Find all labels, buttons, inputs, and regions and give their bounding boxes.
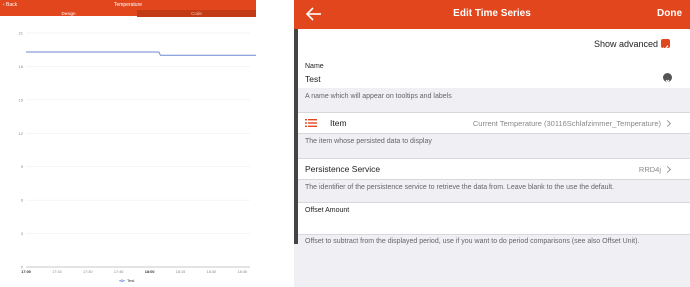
- editor-header: Edit Time Series Done: [294, 0, 690, 29]
- checkmark-icon: [662, 45, 669, 51]
- item-field[interactable]: Item Current Temperature (30116Schlafzim…: [294, 113, 690, 133]
- tab-code[interactable]: Code: [137, 10, 256, 17]
- item-label: Item: [330, 118, 347, 128]
- name-field[interactable]: Name Test: [294, 58, 690, 88]
- offset-amount-label: Offset Amount: [305, 207, 350, 214]
- line-chart: 0 3 6 9 12 15 18 21 17:00 17:15 17:30 17:45 18:00 18:…: [19, 31, 256, 283]
- legend-label: Test: [127, 278, 135, 283]
- x-tick-label: 18:00: [145, 270, 155, 274]
- y-tick-label: 3: [21, 231, 24, 236]
- x-tick-label: 17:45: [114, 270, 124, 274]
- scrollbar[interactable]: [294, 29, 298, 244]
- y-tick-label: 18: [19, 64, 24, 69]
- chart-tabs: Design Code: [0, 10, 256, 17]
- show-advanced-row[interactable]: Show advanced: [294, 29, 690, 58]
- persistence-service-value: RRD4j: [638, 165, 661, 174]
- x-tick-label: 18:45: [238, 270, 248, 274]
- chevron-right-icon: [663, 165, 672, 174]
- divider: [294, 234, 690, 235]
- y-tick-label: 21: [19, 31, 24, 36]
- name-input[interactable]: Test: [305, 74, 321, 84]
- chart-header: ‹ Back Temperature: [0, 0, 256, 10]
- list-icon: [305, 119, 317, 127]
- show-advanced-checkbox[interactable]: [661, 39, 670, 51]
- name-field-label: Name: [305, 63, 324, 70]
- divider: [294, 133, 690, 134]
- persistence-service-field[interactable]: Persistence Service RRD4j: [294, 159, 690, 179]
- x-tick-label: 18:30: [207, 270, 217, 274]
- y-tick-label: 12: [19, 131, 24, 136]
- series-line: [26, 51, 256, 56]
- x-tick-label: 17:00: [21, 270, 31, 274]
- persistence-service-note: The identifier of the persistence servic…: [305, 184, 614, 191]
- divider: [294, 179, 690, 180]
- y-tick-label: 6: [21, 198, 24, 203]
- done-button[interactable]: Done: [657, 8, 682, 19]
- name-field-note: A name which will appear on tooltips and…: [305, 93, 452, 100]
- offset-amount-note: Offset to subtract from the displayed pe…: [305, 238, 640, 245]
- item-value: Current Temperature (30116Schlafzimmer_T…: [472, 119, 661, 128]
- clear-icon[interactable]: [663, 73, 672, 84]
- offset-amount-field[interactable]: Offset Amount: [294, 203, 690, 234]
- y-tick-label: 0: [21, 265, 24, 270]
- y-tick-label: 9: [21, 164, 24, 169]
- show-advanced-label: Show advanced: [593, 39, 658, 49]
- chart-app-panel: ‹ Back Temperature Design Code 0 3 6 9 12 15 1…: [0, 0, 256, 287]
- chart-page-title: Temperature: [113, 2, 143, 8]
- x-tick-label: 17:30: [83, 270, 93, 274]
- x-tick-label: 18:15: [176, 270, 186, 274]
- close-icon: [665, 79, 670, 84]
- persistence-service-label: Persistence Service: [305, 164, 381, 174]
- edit-time-series-panel: Edit Time Series Done Show advanced Name…: [294, 0, 690, 287]
- editor-title: Edit Time Series: [453, 8, 531, 19]
- chevron-right-icon: [663, 119, 672, 128]
- legend-marker-dot: [120, 279, 124, 283]
- tab-design[interactable]: Design: [0, 10, 137, 17]
- editor-body: Show advanced Name Test A name which wil…: [294, 29, 690, 287]
- y-tick-label: 15: [19, 97, 24, 102]
- item-field-note: The item whose persisted data to display: [305, 138, 432, 145]
- x-tick-label: 17:15: [52, 270, 62, 274]
